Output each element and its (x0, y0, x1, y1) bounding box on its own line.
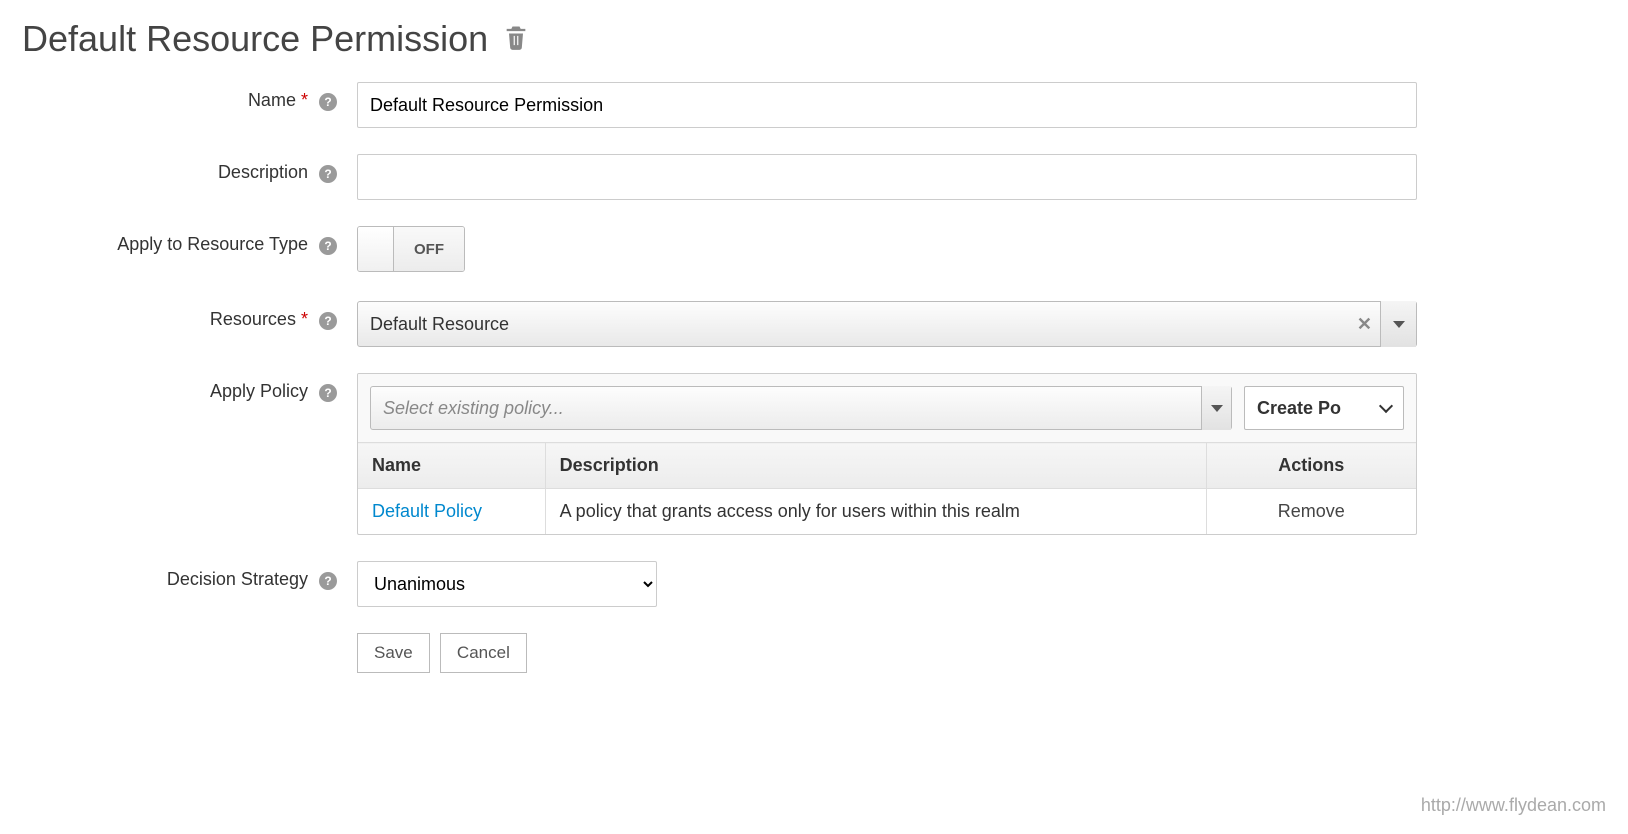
save-button[interactable]: Save (357, 633, 430, 673)
apply-resource-type-label-text: Apply to Resource Type (117, 234, 308, 254)
clear-icon[interactable]: ✕ (1357, 314, 1372, 335)
resources-label-text: Resources (210, 309, 296, 329)
policy-select-placeholder: Select existing policy... (383, 398, 564, 419)
description-field[interactable] (357, 154, 1417, 200)
help-icon[interactable]: ? (319, 165, 337, 183)
trash-icon[interactable] (502, 18, 530, 60)
create-policy-button[interactable]: Create Po (1244, 386, 1404, 430)
apply-policy-label-text: Apply Policy (210, 381, 308, 401)
help-icon[interactable]: ? (319, 93, 337, 111)
resources-label: Resources * ? (22, 301, 357, 330)
policy-description: A policy that grants access only for use… (545, 489, 1206, 535)
help-icon[interactable]: ? (319, 384, 337, 402)
policy-table: Name Description Actions Default Policy … (358, 442, 1416, 534)
col-name: Name (358, 443, 545, 489)
name-field[interactable] (357, 82, 1417, 128)
chevron-down-icon (1379, 399, 1393, 413)
name-label-text: Name (248, 90, 296, 110)
help-icon[interactable]: ? (319, 312, 337, 330)
decision-strategy-select[interactable]: Unanimous (357, 561, 657, 607)
col-actions: Actions (1206, 443, 1416, 489)
description-label-text: Description (218, 162, 308, 182)
page-title: Default Resource Permission (22, 18, 1606, 60)
resources-selected-value: Default Resource (370, 314, 509, 335)
apply-resource-type-label: Apply to Resource Type ? (22, 226, 357, 255)
page-title-text: Default Resource Permission (22, 18, 488, 60)
watermark-text: http://www.flydean.com (1421, 795, 1606, 816)
table-row: Default Policy A policy that grants acce… (358, 489, 1416, 535)
apply-resource-type-toggle[interactable]: OFF (357, 226, 465, 272)
required-asterisk: * (301, 90, 308, 110)
apply-policy-label: Apply Policy ? (22, 373, 357, 402)
dropdown-caret-icon[interactable] (1201, 386, 1231, 430)
policy-name-link[interactable]: Default Policy (372, 501, 482, 521)
dropdown-caret-icon[interactable] (1380, 301, 1416, 347)
help-icon[interactable]: ? (319, 237, 337, 255)
help-icon[interactable]: ? (319, 572, 337, 590)
policy-box: Select existing policy... Create Po Name… (357, 373, 1417, 535)
remove-button[interactable]: Remove (1278, 501, 1345, 521)
col-description: Description (545, 443, 1206, 489)
toggle-state-label: OFF (394, 227, 464, 271)
name-label: Name * ? (22, 82, 357, 111)
decision-strategy-label-text: Decision Strategy (167, 569, 308, 589)
description-label: Description ? (22, 154, 357, 183)
policy-select[interactable]: Select existing policy... (370, 386, 1232, 430)
resources-select[interactable]: Default Resource ✕ (357, 301, 1417, 347)
cancel-button[interactable]: Cancel (440, 633, 527, 673)
decision-strategy-label: Decision Strategy ? (22, 561, 357, 590)
toggle-handle[interactable] (358, 227, 394, 271)
create-policy-label: Create Po (1257, 398, 1341, 419)
required-asterisk: * (301, 309, 308, 329)
